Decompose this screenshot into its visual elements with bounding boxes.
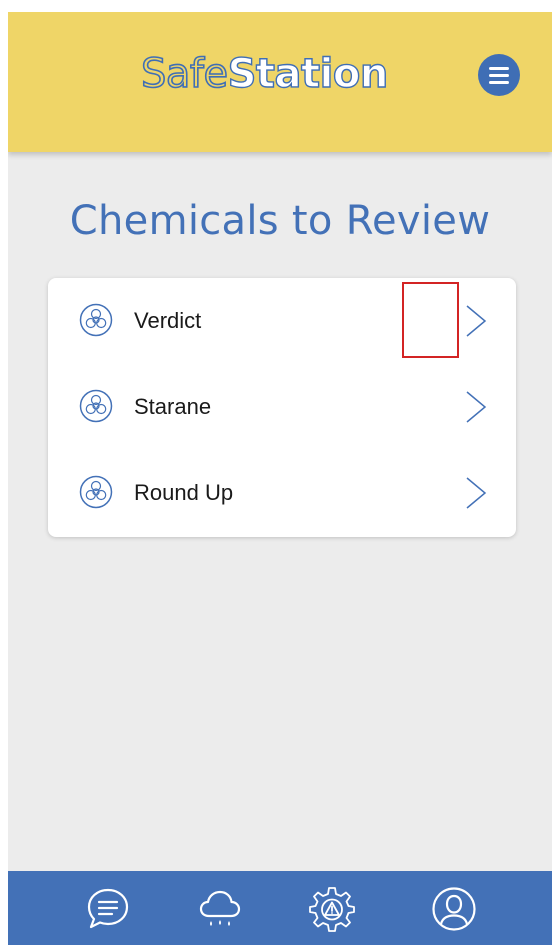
highlight-box — [402, 282, 459, 358]
chemical-name: Verdict — [134, 308, 202, 333]
header: SafeStation — [8, 12, 552, 152]
chevron-right-icon[interactable] — [463, 304, 489, 338]
weather-rain-icon[interactable] — [196, 885, 244, 933]
chevron-right-icon[interactable] — [463, 390, 489, 424]
biohazard-icon — [79, 303, 113, 337]
logo-station-text: Station — [227, 51, 389, 97]
app-logo: SafeStation — [140, 51, 389, 97]
hazard-gear-icon[interactable] — [308, 885, 356, 933]
list-item-round-up[interactable]: Round Up — [48, 450, 516, 536]
profile-icon[interactable] — [430, 885, 478, 933]
menu-line — [489, 66, 509, 70]
list-item-starane[interactable]: Starane — [48, 364, 516, 450]
chemical-name: Round Up — [134, 480, 234, 505]
menu-line — [489, 73, 509, 77]
bottom-nav — [8, 871, 552, 945]
hamburger-menu-icon[interactable] — [478, 54, 520, 96]
biohazard-icon — [79, 475, 113, 509]
page-title: Chemicals to Review — [69, 198, 491, 244]
logo-safe-text: Safe — [140, 51, 229, 97]
menu-line — [489, 80, 509, 84]
chevron-right-icon[interactable] — [463, 476, 489, 510]
chat-icon[interactable] — [84, 885, 132, 933]
chemical-name: Starane — [134, 394, 212, 419]
biohazard-icon — [79, 389, 113, 423]
app-screen: SafeStation Chemicals to Review Verdict — [8, 12, 552, 945]
